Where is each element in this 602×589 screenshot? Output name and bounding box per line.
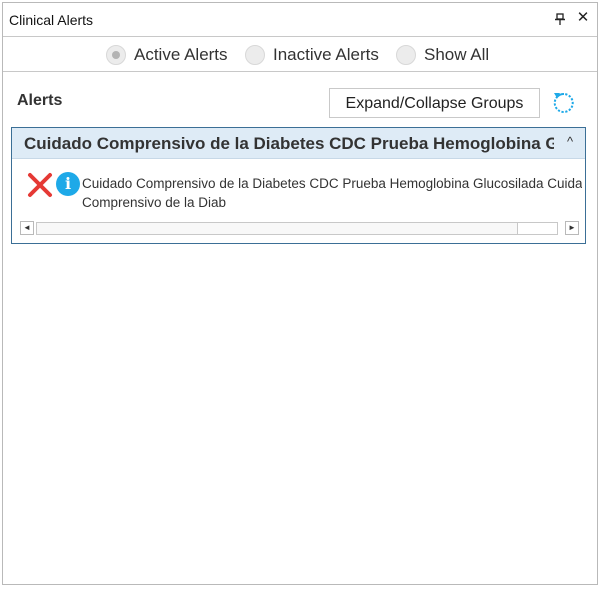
pin-icon[interactable] bbox=[554, 12, 566, 26]
radio-label: Active Alerts bbox=[134, 45, 228, 64]
radio-checked-icon bbox=[106, 45, 126, 65]
radio-active-alerts[interactable]: Active Alerts bbox=[106, 44, 228, 66]
radio-inactive-alerts[interactable]: Inactive Alerts bbox=[245, 44, 379, 66]
expand-collapse-groups-button[interactable]: Expand/Collapse Groups bbox=[329, 88, 540, 118]
scroll-left-icon[interactable]: ◄ bbox=[20, 221, 34, 235]
horizontal-scrollbar[interactable]: ◄ ► bbox=[20, 221, 579, 237]
alerts-heading: Alerts bbox=[17, 92, 63, 109]
alert-text-line: Comprensivo de la Diab bbox=[82, 195, 227, 210]
title-bar: Clinical Alerts ✕ bbox=[3, 3, 597, 37]
radio-show-all[interactable]: Show All bbox=[396, 44, 489, 66]
radio-unchecked-icon bbox=[396, 45, 416, 65]
alert-group-title: Cuidado Comprensivo de la Diabetes CDC P… bbox=[24, 134, 554, 153]
scrollbar-thumb[interactable] bbox=[37, 223, 518, 234]
alert-group-header[interactable]: Cuidado Comprensivo de la Diabetes CDC P… bbox=[12, 128, 585, 159]
alert-item: i Cuidado Comprensivo de la Diabetes CDC… bbox=[12, 159, 585, 219]
info-icon[interactable]: i bbox=[56, 172, 80, 196]
close-icon[interactable]: ✕ bbox=[576, 10, 590, 26]
alert-text-line: Cuidado Comprensivo de la Diabetes CDC P… bbox=[82, 176, 582, 191]
radio-unchecked-icon bbox=[245, 45, 265, 65]
radio-label: Show All bbox=[424, 45, 490, 64]
clinical-alerts-window: Clinical Alerts ✕ Active Alerts Inactive… bbox=[2, 2, 598, 585]
refresh-icon[interactable] bbox=[550, 89, 578, 117]
scrollbar-track[interactable] bbox=[36, 222, 558, 235]
red-x-icon[interactable] bbox=[27, 172, 53, 198]
scroll-right-icon[interactable]: ► bbox=[565, 221, 579, 235]
collapse-chevron-icon[interactable]: ^ bbox=[567, 134, 581, 150]
alert-group: Cuidado Comprensivo de la Diabetes CDC P… bbox=[11, 127, 586, 244]
radio-label: Inactive Alerts bbox=[273, 45, 379, 64]
window-title: Clinical Alerts bbox=[9, 12, 94, 28]
alert-text: Cuidado Comprensivo de la Diabetes CDC P… bbox=[82, 174, 582, 212]
alert-filter-group: Active Alerts Inactive Alerts Show All bbox=[3, 38, 597, 72]
